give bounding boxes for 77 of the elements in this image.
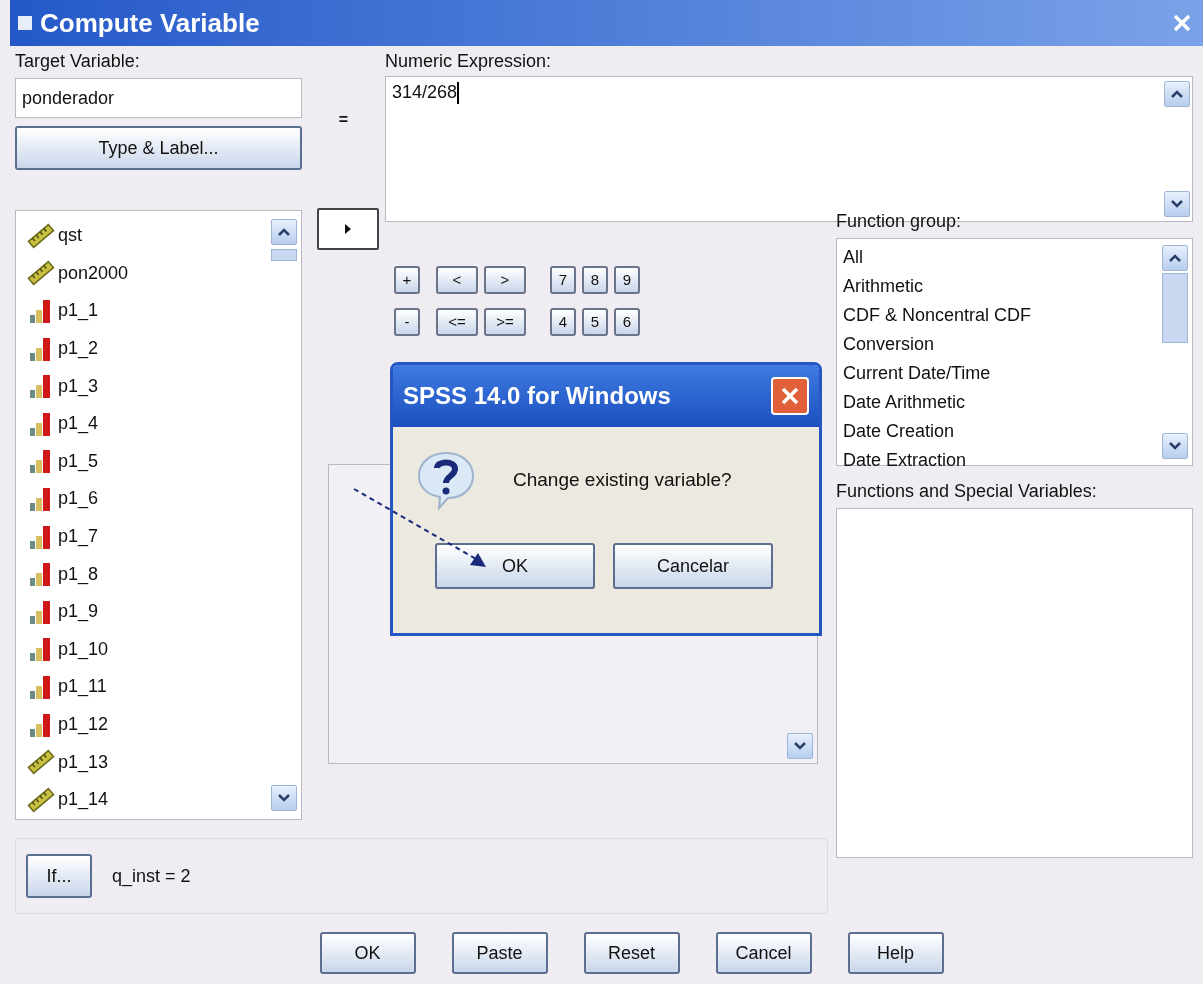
- type-label-button[interactable]: Type & Label...: [15, 126, 302, 170]
- field-label: Target Variable:: [15, 50, 141, 72]
- message-box-button[interactable]: OK: [435, 543, 595, 589]
- chevron-down-icon: [793, 741, 807, 751]
- variable-item[interactable]: p1_4: [26, 404, 271, 443]
- chevron-down-icon: [1168, 441, 1182, 451]
- move-right-button[interactable]: [316, 208, 379, 250]
- dialog-button[interactable]: Reset: [583, 932, 680, 974]
- message-text: Change existing variable?: [513, 467, 732, 492]
- dialog-button[interactable]: OK: [319, 932, 416, 974]
- scroll-down-button[interactable]: [1162, 433, 1188, 459]
- chevron-down-icon: [1170, 199, 1184, 209]
- keypad-button[interactable]: 6: [614, 308, 640, 336]
- variable-item[interactable]: p1_2: [26, 329, 271, 368]
- equals-sign: =: [338, 110, 349, 130]
- function-group-item[interactable]: Current Date/Time: [843, 359, 1162, 388]
- variable-item[interactable]: p1_8: [26, 555, 271, 593]
- triangle-right-icon: [343, 223, 352, 235]
- variable-item[interactable]: p1_5: [26, 442, 271, 481]
- message-box-button[interactable]: Cancelar: [613, 543, 773, 589]
- variable-item[interactable]: p1_3: [26, 367, 271, 405]
- keypad-button[interactable]: -: [394, 308, 420, 336]
- field-label: Numeric Expression:: [385, 50, 553, 72]
- chevron-down-icon: [277, 793, 291, 803]
- function-group-item[interactable]: Date Creation: [843, 417, 1162, 446]
- variable-item[interactable]: p1_13: [26, 743, 271, 781]
- chevron-up-icon: [1170, 89, 1184, 99]
- scroll-down-button[interactable]: [1164, 191, 1190, 217]
- function-group-item[interactable]: Arithmetic: [843, 272, 1162, 301]
- scroll-down-button[interactable]: [271, 785, 297, 811]
- question-icon: [415, 449, 477, 511]
- if-condition: q_inst = 2: [112, 864, 191, 889]
- chevron-up-icon: [277, 227, 291, 237]
- function-group-item[interactable]: Date Extraction: [843, 446, 1162, 475]
- keypad-button[interactable]: 4: [550, 308, 576, 336]
- keypad-button[interactable]: 9: [614, 266, 640, 294]
- variable-item[interactable]: p1_7: [26, 517, 271, 556]
- dialog-button[interactable]: Cancel: [715, 932, 812, 974]
- close-icon: [1172, 13, 1192, 33]
- keypad-button[interactable]: 7: [550, 266, 576, 294]
- window-title: Compute Variable: [40, 6, 260, 40]
- variable-item[interactable]: p1_1: [26, 292, 271, 330]
- close-button[interactable]: [771, 377, 809, 415]
- scroll-down-button[interactable]: [787, 733, 813, 759]
- variable-item[interactable]: pon2000: [26, 254, 271, 293]
- variable-item[interactable]: p1_11: [26, 668, 271, 706]
- scroll-up-button[interactable]: [271, 219, 297, 245]
- variable-item[interactable]: qst: [26, 217, 271, 255]
- chevron-up-icon: [1168, 253, 1182, 263]
- keypad-button[interactable]: <: [436, 266, 478, 294]
- keypad-button[interactable]: +: [394, 266, 420, 294]
- function-group-item[interactable]: Date Arithmetic: [843, 388, 1162, 417]
- scroll-thumb[interactable]: [271, 249, 297, 261]
- function-group-item[interactable]: CDF & Noncentral CDF: [843, 301, 1162, 330]
- message-box-title: SPSS 14.0 for Windows: [403, 381, 671, 411]
- variable-item[interactable]: p1_6: [26, 480, 271, 518]
- dialog-button[interactable]: Paste: [451, 932, 548, 974]
- variable-item[interactable]: p1_12: [26, 705, 271, 744]
- variable-item[interactable]: p1_9: [26, 592, 271, 631]
- scroll-up-button[interactable]: [1162, 245, 1188, 271]
- function-group-item[interactable]: Conversion: [843, 330, 1162, 359]
- target-variable-field[interactable]: ponderador: [15, 78, 302, 118]
- keypad-button[interactable]: >: [484, 266, 526, 294]
- variable-item[interactable]: p1_14: [26, 780, 271, 819]
- dialog-button[interactable]: Help: [847, 932, 944, 974]
- scroll-thumb[interactable]: [1162, 273, 1188, 343]
- keypad-button[interactable]: <=: [436, 308, 478, 336]
- functions-label: Functions and Special Variables:: [836, 480, 1098, 502]
- keypad-button[interactable]: 8: [582, 266, 608, 294]
- function-group-item[interactable]: All: [843, 243, 1162, 272]
- keypad-button[interactable]: 5: [582, 308, 608, 336]
- variable-item[interactable]: p1_10: [26, 630, 271, 669]
- close-icon: [780, 386, 800, 406]
- window-icon: [18, 16, 32, 30]
- scroll-up-button[interactable]: [1164, 81, 1190, 107]
- if-button[interactable]: If...: [26, 854, 92, 898]
- keypad-button[interactable]: >=: [484, 308, 526, 336]
